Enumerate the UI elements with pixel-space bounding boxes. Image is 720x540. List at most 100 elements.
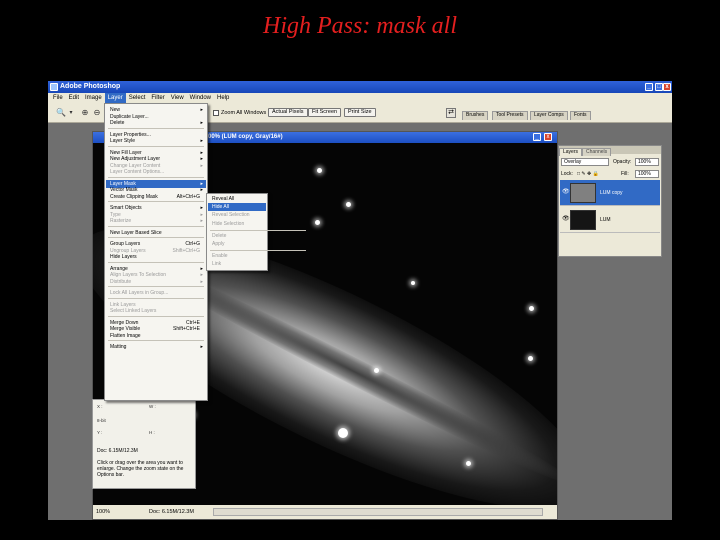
menu-separator xyxy=(108,286,204,287)
dropdown-arrow-icon[interactable]: ▾ xyxy=(66,108,76,118)
menu-item-label: Apply xyxy=(212,241,225,247)
menu-help[interactable]: Help xyxy=(214,93,232,103)
layer-name: LUM copy xyxy=(600,190,623,196)
lock-icons[interactable]: □ ✎ ✥ 🔒 xyxy=(577,170,599,178)
menu-window[interactable]: Window xyxy=(187,93,214,103)
menu-item-label: Hide Selection xyxy=(212,220,245,227)
well-tab-layer-comps[interactable]: Layer Comps xyxy=(530,111,568,120)
doc-minimize-icon[interactable]: _ xyxy=(533,133,541,141)
menu-item-shortcut: Alt+Ctrl+G xyxy=(176,193,200,200)
submenu-arrow-icon: ▸ xyxy=(200,344,203,350)
menu-item-layer-style[interactable]: Layer Style ▸ xyxy=(106,137,206,145)
menu-item-reveal-all[interactable]: Reveal All xyxy=(208,195,266,203)
fit-screen-button[interactable]: Fit Screen xyxy=(308,108,342,117)
app-titlebar: Adobe Photoshop _ □ x xyxy=(48,81,672,93)
star xyxy=(338,428,348,438)
zoom-in-icon[interactable]: ⊕ xyxy=(80,108,90,118)
tab-channels[interactable]: Channels xyxy=(582,148,612,156)
menu-item-label: Delete xyxy=(212,232,227,239)
zoom-all-windows-label: Zoom All Windows xyxy=(221,110,267,116)
menu-item-label: Layer Content Options... xyxy=(110,169,165,175)
menu-item-label: Lock All Layers in Group... xyxy=(110,290,169,296)
tab-layers[interactable]: Layers xyxy=(559,148,583,156)
menu-select[interactable]: Select xyxy=(126,93,149,103)
fill-label: Fill: xyxy=(621,171,629,177)
menu-image[interactable]: Image xyxy=(82,93,105,103)
layer-name: LUM xyxy=(600,217,611,223)
menu-item-hide-layers[interactable]: Hide Layers xyxy=(106,253,206,261)
menu-separator xyxy=(108,315,204,317)
menu-item-select-linked-layers: Select Linked Layers xyxy=(106,307,206,315)
submenu-arrow-icon: ▸ xyxy=(200,138,203,144)
menu-filter[interactable]: Filter xyxy=(148,93,167,103)
layer-row[interactable]: 👁 LUM xyxy=(560,207,660,233)
photoshop-icon xyxy=(50,83,58,91)
slide-title: High Pass: mask all xyxy=(263,13,457,39)
layer-mask-submenu: Reveal All Hide All Reveal Selection Hide S… xyxy=(206,193,306,271)
submenu-arrow-icon: ▸ xyxy=(200,278,203,285)
menu-separator xyxy=(108,201,204,202)
menu-item-label: Hide All xyxy=(212,204,229,211)
menu-separator xyxy=(108,225,204,227)
star xyxy=(346,202,351,207)
app-title: Adobe Photoshop xyxy=(60,83,121,90)
star xyxy=(374,368,379,373)
actual-pixels-button[interactable]: Actual Pixels xyxy=(268,108,308,117)
menu-file[interactable]: File xyxy=(50,93,66,103)
doc-close-icon[interactable]: x xyxy=(544,133,552,141)
menu-item-flatten-image[interactable]: Flatten Image xyxy=(106,332,206,340)
menu-item-delete[interactable]: Delete ▸ xyxy=(106,119,206,127)
menu-separator xyxy=(108,297,204,299)
well-tab-tool-presets[interactable]: Tool Presets xyxy=(492,111,528,120)
menu-view[interactable]: View xyxy=(168,93,187,103)
horizontal-scrollbar[interactable] xyxy=(213,508,543,516)
layer-thumbnail xyxy=(570,210,596,230)
menu-layer[interactable]: Layer xyxy=(104,93,126,103)
print-size-button[interactable]: Print Size xyxy=(344,108,376,117)
minimize-icon[interactable]: _ xyxy=(645,83,653,91)
visibility-eye-icon[interactable]: 👁 xyxy=(562,216,570,222)
opacity-field[interactable]: 100% xyxy=(635,158,659,166)
zoom-level[interactable]: 100% xyxy=(96,505,110,519)
visibility-eye-icon[interactable]: 👁 xyxy=(562,189,570,195)
menu-item-create-clipping-mask[interactable]: Create Clipping Mask Alt+Ctrl+G xyxy=(106,193,206,201)
menu-item-label: New Layer Based Slice xyxy=(110,229,162,236)
zoom-out-icon[interactable]: ⊖ xyxy=(92,108,102,118)
menu-item-label: Flatten Image xyxy=(110,332,141,339)
document-status-bar: 100% Doc: 6.15M/12.3M xyxy=(93,505,557,519)
menu-bar: File Edit Image Layer Select Filter View Window… xyxy=(48,93,672,103)
menu-item-label: Link xyxy=(212,261,222,268)
menu-separator xyxy=(108,340,204,341)
zoom-tool-icon[interactable]: 🔍 xyxy=(56,108,66,118)
palette-well-icon[interactable]: ⇄ xyxy=(446,108,456,118)
layer-row[interactable]: 👁 LUM copy xyxy=(560,180,660,206)
info-bit-label: 8-bit xyxy=(97,418,106,423)
fill-field[interactable]: 100% xyxy=(635,170,659,178)
info-h-label: H : xyxy=(149,430,155,435)
well-tab-brushes[interactable]: Brushes xyxy=(462,111,489,120)
maximize-icon[interactable]: □ xyxy=(655,83,663,91)
menu-item-matting[interactable]: Matting ▸ xyxy=(106,343,206,351)
info-y-label: Y : xyxy=(97,430,103,435)
menu-item-hide-all[interactable]: Hide All xyxy=(208,203,266,212)
well-tab-fonts[interactable]: Fonts xyxy=(570,111,591,120)
layers-panel-tabs: Layers Channels xyxy=(559,148,612,156)
blend-mode-select[interactable]: Overlay xyxy=(561,158,609,166)
info-w-label: W : xyxy=(149,404,156,409)
zoom-all-windows-checkbox[interactable] xyxy=(213,110,219,116)
menu-item-hide-selection: Hide Selection xyxy=(208,220,266,228)
menu-item-layer-content-options: Layer Content Options... xyxy=(106,168,206,176)
menu-item-label: Rasterize xyxy=(110,218,132,224)
close-icon[interactable]: x xyxy=(663,83,671,91)
star xyxy=(528,356,533,361)
menu-item-lock-all-layers-in-group: Lock All Layers in Group... xyxy=(106,289,206,297)
menu-edit[interactable]: Edit xyxy=(66,93,82,103)
star xyxy=(411,281,415,285)
menu-item-new-layer-based-slice[interactable]: New Layer Based Slice xyxy=(106,229,206,237)
star xyxy=(317,168,322,173)
menu-item-label: Reveal Selection xyxy=(212,212,250,219)
menu-item-label: Matting xyxy=(110,344,127,350)
star xyxy=(466,461,471,466)
menu-separator xyxy=(108,127,204,129)
info-hint: Click or drag over the area you want to … xyxy=(97,460,184,478)
